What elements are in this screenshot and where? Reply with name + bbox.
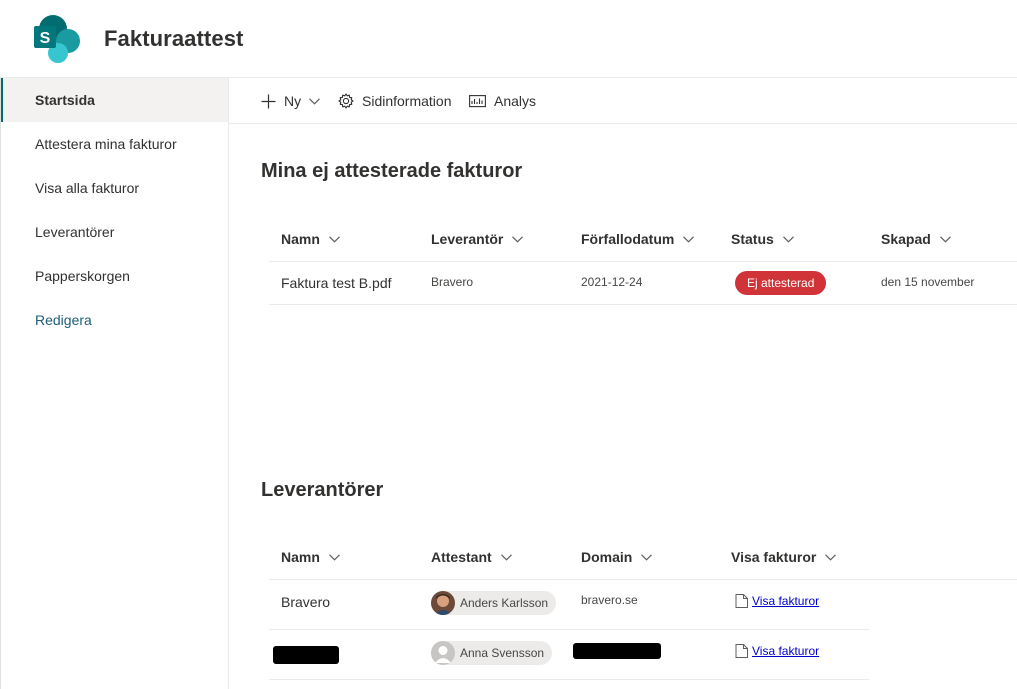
column-header-label: Namn bbox=[281, 549, 320, 565]
nav-item-label: Papperskorgen bbox=[35, 268, 130, 284]
chevron-down-icon bbox=[939, 235, 951, 243]
invoice-name[interactable]: Faktura test B.pdf bbox=[281, 275, 392, 291]
table-row[interactable]: Anna Svensson Visa fakturor bbox=[269, 630, 869, 680]
redacted-supplier-name bbox=[273, 646, 339, 664]
nav-item-label: Visa alla fakturor bbox=[35, 180, 140, 196]
view-invoices-link-text[interactable]: Visa fakturor bbox=[752, 594, 819, 608]
column-header-status[interactable]: Status bbox=[731, 231, 794, 247]
gear-icon bbox=[338, 93, 354, 109]
column-header-label: Status bbox=[731, 231, 774, 247]
page-details-button[interactable]: Sidinformation bbox=[338, 78, 452, 124]
column-header-leverantor[interactable]: Leverantör bbox=[431, 231, 524, 247]
document-icon bbox=[735, 594, 748, 608]
avatar bbox=[431, 641, 455, 665]
column-header-namn[interactable]: Namn bbox=[281, 549, 340, 565]
site-header: S Fakturaattest bbox=[0, 0, 1017, 78]
column-header-domain[interactable]: Domain bbox=[581, 549, 653, 565]
person-icon bbox=[431, 641, 455, 665]
avatar bbox=[431, 591, 455, 615]
chevron-down-icon bbox=[328, 235, 340, 243]
invoices-section-title: Mina ej attesterade fakturor bbox=[261, 160, 523, 182]
column-header-namn[interactable]: Namn bbox=[281, 231, 340, 247]
column-header-label: Skapad bbox=[881, 231, 931, 247]
nav-item-attestera[interactable]: Attestera mina fakturor bbox=[1, 122, 228, 166]
document-icon bbox=[735, 644, 748, 658]
column-header-label: Domain bbox=[581, 549, 633, 565]
chevron-down-icon bbox=[512, 235, 524, 243]
sharepoint-logo-icon[interactable]: S bbox=[32, 14, 82, 64]
chevron-down-icon bbox=[328, 553, 340, 561]
nav-item-startsida[interactable]: Startsida bbox=[1, 78, 228, 122]
redacted-supplier-domain bbox=[573, 643, 661, 659]
chevron-down-icon bbox=[782, 235, 794, 243]
chevron-down-icon bbox=[641, 553, 653, 561]
nav-item-label: Attestera mina fakturor bbox=[35, 136, 177, 152]
plus-icon bbox=[261, 94, 276, 108]
analytics-label: Analys bbox=[494, 93, 537, 109]
invoice-due-date: 2021-12-24 bbox=[581, 275, 643, 289]
chevron-down-icon bbox=[683, 235, 695, 243]
left-navigation: Startsida Attestera mina fakturor Visa a… bbox=[0, 78, 229, 689]
column-header-attestant[interactable]: Attestant bbox=[431, 549, 512, 565]
new-button-label: Ny bbox=[284, 93, 302, 109]
view-invoices-link[interactable]: Visa fakturor bbox=[735, 644, 819, 658]
nav-item-visa-alla[interactable]: Visa alla fakturor bbox=[1, 166, 228, 210]
invoice-created: den 15 november bbox=[881, 275, 975, 289]
analytics-button[interactable]: Analys bbox=[469, 78, 536, 124]
analytics-icon bbox=[469, 95, 486, 108]
status-badge: Ej attesterad bbox=[735, 271, 827, 295]
chevron-down-icon bbox=[500, 553, 512, 561]
attestant-name: Anna Svensson bbox=[460, 646, 545, 660]
column-header-label: Namn bbox=[281, 231, 320, 247]
table-row[interactable]: Faktura test B.pdf Bravero 2021-12-24 Ej… bbox=[269, 262, 1017, 305]
chevron-down-icon bbox=[825, 553, 837, 561]
supplier-name[interactable]: Bravero bbox=[281, 594, 330, 610]
column-header-label: Förfallodatum bbox=[581, 231, 675, 247]
column-header-skapad[interactable]: Skapad bbox=[881, 231, 951, 247]
person-photo-icon bbox=[431, 591, 455, 615]
column-header-forfallodatum[interactable]: Förfallodatum bbox=[581, 231, 695, 247]
table-row[interactable]: Bravero Anders Karlsson bravero.se Visa … bbox=[269, 580, 869, 630]
supplier-domain: bravero.se bbox=[581, 593, 638, 607]
suppliers-section-title: Leverantörer bbox=[261, 479, 384, 501]
nav-item-leverantorer[interactable]: Leverantörer bbox=[1, 210, 228, 254]
view-invoices-link-text[interactable]: Visa fakturor bbox=[752, 644, 819, 658]
column-header-label: Leverantör bbox=[431, 231, 504, 247]
invoice-supplier: Bravero bbox=[431, 275, 474, 289]
column-header-label: Attestant bbox=[431, 549, 492, 565]
command-bar: Ny Sidinformation Analys bbox=[229, 78, 1017, 124]
site-title[interactable]: Fakturaattest bbox=[104, 26, 243, 52]
attestant-persona[interactable]: Anna Svensson bbox=[431, 641, 553, 665]
attestant-persona[interactable]: Anders Karlsson bbox=[431, 591, 557, 615]
new-button[interactable]: Ny bbox=[261, 78, 321, 124]
page-details-label: Sidinformation bbox=[362, 93, 452, 109]
logo-letter: S bbox=[40, 30, 51, 47]
column-header-label: Visa fakturor bbox=[731, 549, 817, 565]
nav-item-label: Redigera bbox=[35, 312, 92, 328]
nav-item-label: Startsida bbox=[35, 92, 95, 108]
chevron-down-icon bbox=[309, 97, 321, 105]
nav-edit-link[interactable]: Redigera bbox=[1, 298, 228, 342]
attestant-name: Anders Karlsson bbox=[460, 596, 549, 610]
column-header-visa-fakturor[interactable]: Visa fakturor bbox=[731, 549, 837, 565]
view-invoices-link[interactable]: Visa fakturor bbox=[735, 594, 819, 608]
nav-item-papperskorgen[interactable]: Papperskorgen bbox=[1, 254, 228, 298]
nav-item-label: Leverantörer bbox=[35, 224, 115, 240]
